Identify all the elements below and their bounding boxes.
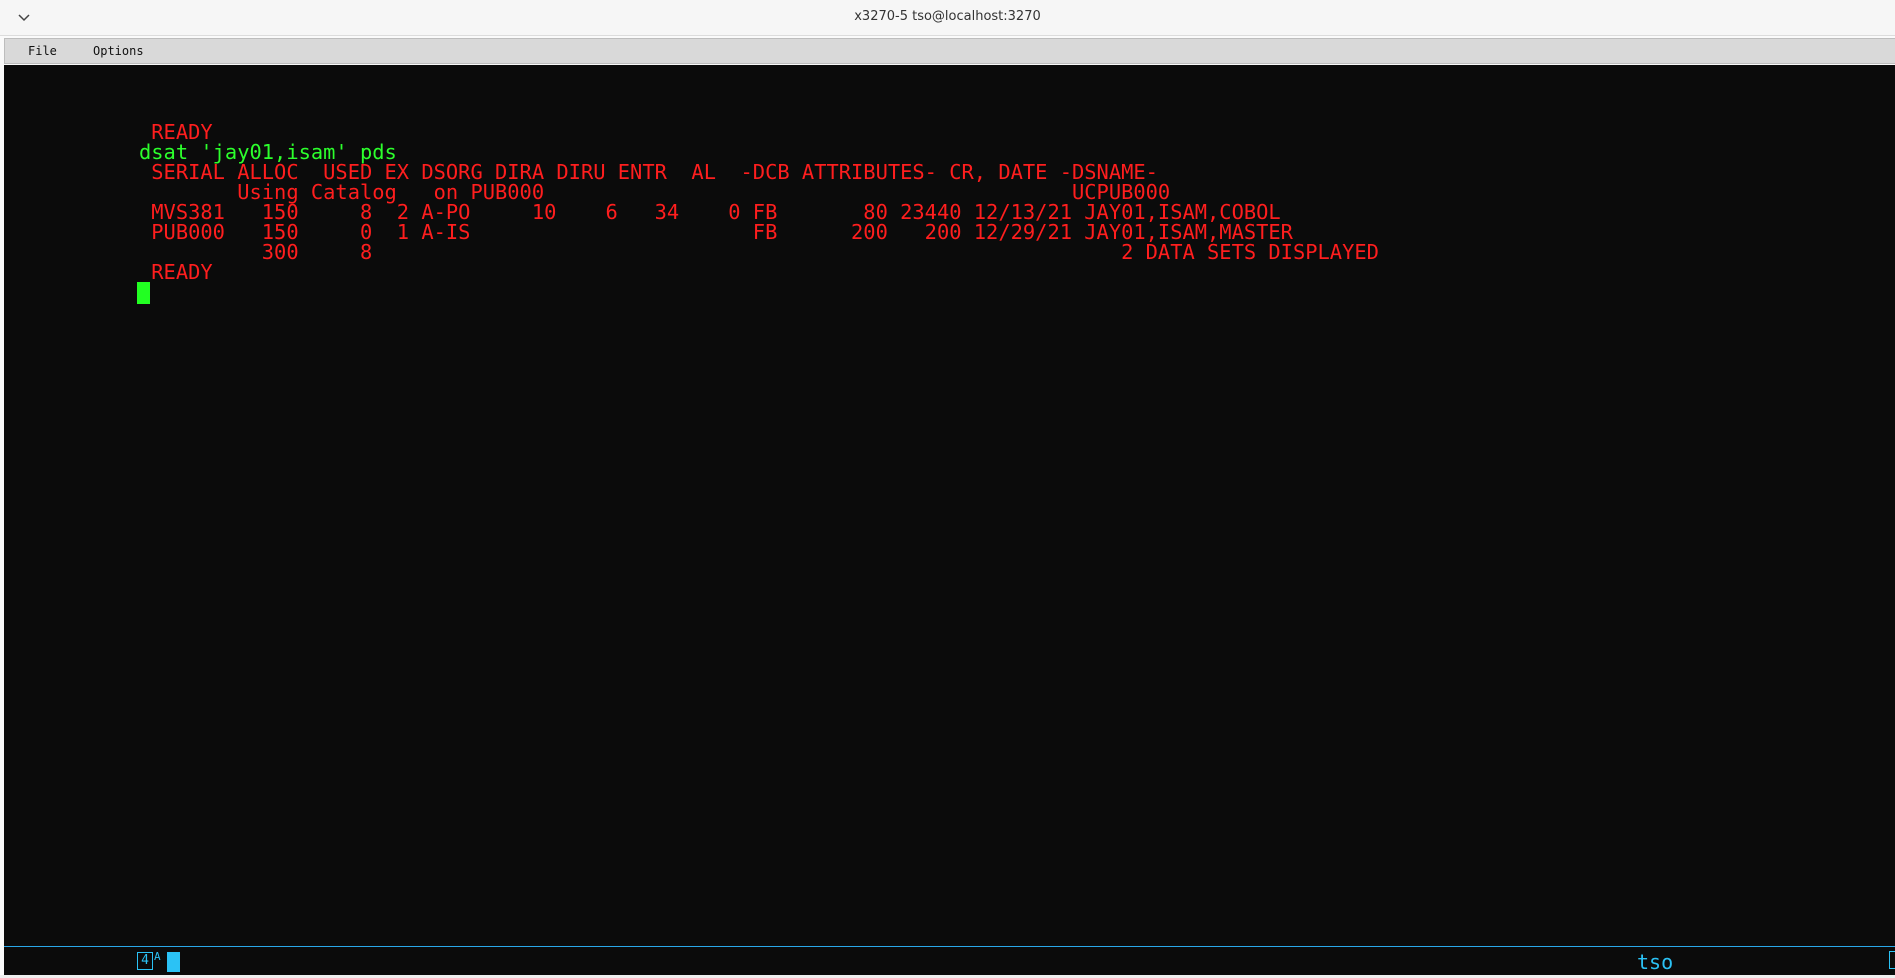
menu-options[interactable]: Options — [93, 44, 144, 58]
menu-file[interactable]: File — [28, 44, 57, 58]
connection-indicator: 4 — [137, 952, 153, 970]
terminal-screen[interactable]: READY dsat 'jay01,isam' pds SERIAL ALLOC… — [4, 65, 1895, 946]
menu-bar: File Options — [4, 38, 1895, 64]
keyboard-mode-block — [167, 952, 180, 972]
terminal-cursor — [137, 282, 150, 304]
keyboard-mode-label: A — [154, 950, 161, 963]
terminal-line-ready: READY — [139, 260, 213, 284]
window-title: x3270-5 tso@localhost:3270 — [854, 9, 1041, 24]
window-titlebar: x3270-5 tso@localhost:3270 — [0, 0, 1895, 36]
cursor-position-edge — [1889, 951, 1895, 969]
lu-name: tso — [1637, 950, 1674, 974]
terminal-line-totals: 300 8 2 DATA SETS DISPLAYED — [139, 240, 1379, 264]
status-line: 4 A tso — [4, 947, 1895, 975]
